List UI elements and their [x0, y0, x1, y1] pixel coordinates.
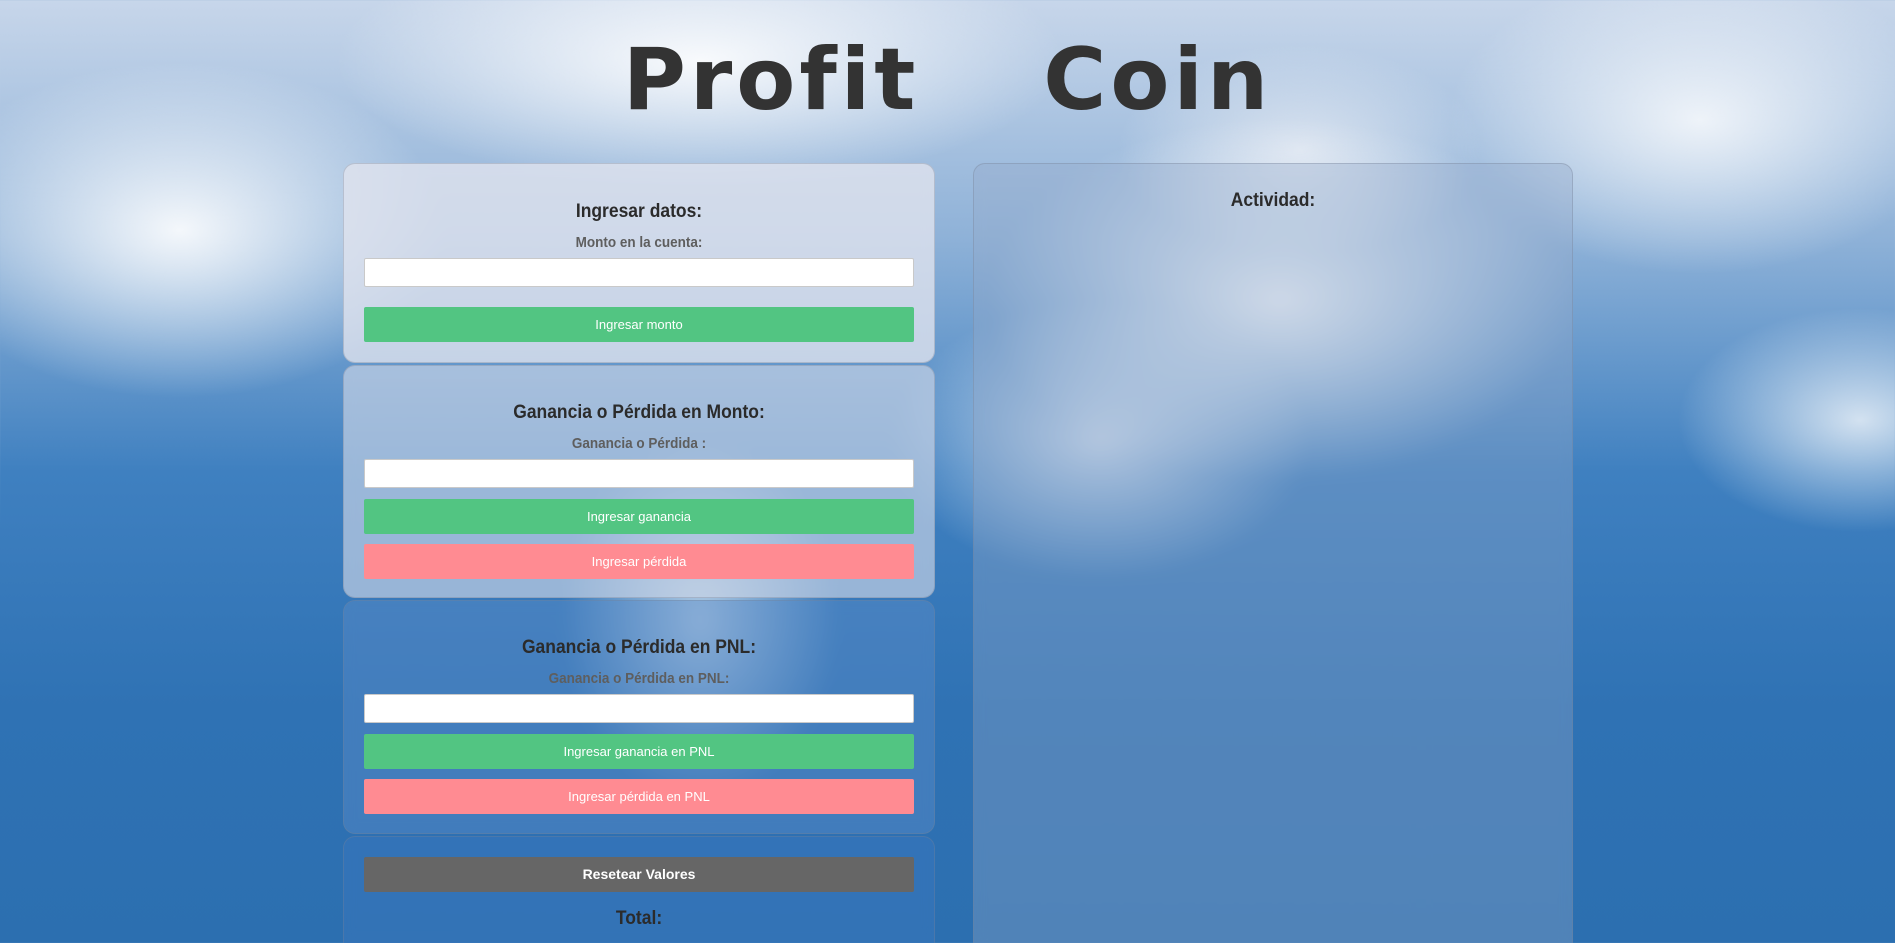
enter-gain-button[interactable]: Ingresar ganancia: [364, 499, 914, 534]
account-amount-label: Monto en la cuenta:: [575, 234, 703, 251]
enter-pnl-gain-button[interactable]: Ingresar ganancia en PNL: [364, 734, 914, 769]
entry-card: Ingresar datos: Monto en la cuenta: Ingr…: [343, 163, 935, 363]
amount-pnl-card: Ganancia o Pérdida en Monto: Ganancia o …: [343, 365, 935, 598]
amount-pnl-heading: Ganancia o Pérdida en Monto:: [513, 402, 765, 423]
app-title: Profit Coin: [622, 30, 1273, 130]
amount-pnl-input[interactable]: [364, 459, 914, 488]
amount-pnl-label: Ganancia o Pérdida :: [571, 435, 707, 452]
total-label: Total:: [615, 908, 663, 929]
enter-amount-button[interactable]: Ingresar monto: [364, 307, 914, 342]
account-amount-input[interactable]: [364, 258, 914, 287]
activity-heading: Actividad:: [1230, 190, 1316, 211]
enter-pnl-loss-button[interactable]: Ingresar pérdida en PNL: [364, 779, 914, 814]
reset-values-button[interactable]: Resetear Valores: [364, 857, 914, 892]
pnl-label: Ganancia o Pérdida en PNL:: [548, 670, 730, 687]
activity-panel: Actividad:: [973, 163, 1573, 943]
entry-heading: Ingresar datos:: [575, 201, 703, 222]
totals-card: Resetear Valores Total:: [343, 836, 935, 943]
pnl-input[interactable]: [364, 694, 914, 723]
enter-loss-button[interactable]: Ingresar pérdida: [364, 544, 914, 579]
pnl-card: Ganancia o Pérdida en PNL: Ganancia o Pé…: [343, 600, 935, 834]
pnl-heading: Ganancia o Pérdida en PNL:: [521, 637, 757, 658]
